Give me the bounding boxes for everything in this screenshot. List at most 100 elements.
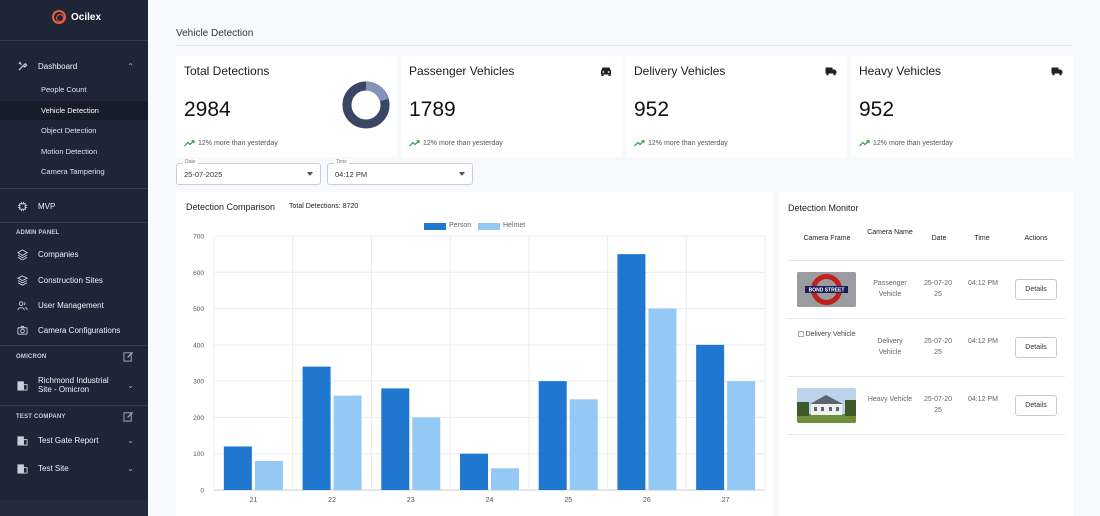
sidebar-item-camera-configurations[interactable]: Camera Configurations [16,320,134,340]
stat-card-heavy-vehicles: Heavy Vehicles 952 12% more than yesterd… [851,56,1073,157]
bar-helmet[interactable] [727,381,756,490]
sidebar-item-label: Test Gate Report [38,435,99,445]
caret-down-icon [307,172,313,176]
sidebar-item-construction-sites[interactable]: Construction Sites [16,270,134,290]
donut-chart-icon [342,81,390,129]
site-name-line-1: Richmond Industrial [38,376,109,385]
app-logo[interactable]: Ocilex [52,10,101,24]
sidebar-item-label: Companies [38,249,79,259]
camera-frame-image[interactable] [797,388,856,423]
bar-person[interactable] [460,453,488,490]
x-tick-label: 23 [407,497,415,504]
bar-person[interactable] [696,344,725,490]
section-header-omicron: OMICRON [16,351,134,363]
column-header-camera-name: Camera Name [867,229,913,236]
section-header-admin-panel: ADMIN PANEL [16,230,134,236]
card-trend: 12% more than yesterday [409,140,503,147]
date-select[interactable]: Date 25-07-2025 [176,159,321,185]
x-tick-label: 27 [722,497,730,504]
date-cell: 25-07-2025 [923,280,953,298]
title-divider [176,45,1072,46]
details-button[interactable]: Details [1015,395,1057,416]
sidebar-subitem-label: People Count [41,85,87,94]
detection-comparison-panel: 0 100 200 300 400 500 600 700 21 22 23 24 25 26 27 Det… [176,192,773,516]
bar-person[interactable] [223,446,252,490]
legend-label-person: Person [449,222,472,229]
bar-person[interactable] [538,381,567,490]
app-name: Ocilex [71,11,102,23]
broken-image-icon [797,331,804,338]
sidebar-subitem-vehicle-detection[interactable]: Vehicle Detection [0,101,148,120]
stat-card-total-detections: Total Detections 2984 12% more than yest… [176,56,397,157]
y-tick-label: 300 [193,379,204,386]
users-icon [16,299,28,311]
table-divider [787,318,1065,319]
time-cell: 04:12 PM [968,280,998,287]
bar-helmet[interactable] [412,417,441,490]
table-divider [787,434,1065,435]
card-trend-text: 12% more than yesterday [873,140,953,147]
legend-swatch-person[interactable] [424,223,446,230]
sidebar-divider [0,40,148,41]
bar-person[interactable] [381,388,410,490]
x-tick-label: 26 [643,497,651,504]
time-field-label: Time [334,159,349,165]
date-value: 25-07-2025 [184,169,223,179]
camera-frame-image[interactable]: Delivery Vehicle [797,330,856,340]
sidebar-item-test-site[interactable]: Test Site ⌄ [16,458,134,478]
details-button[interactable]: Details [1015,337,1057,358]
section-header-test-company: TEST COMPANY [16,411,134,423]
bar-helmet[interactable] [333,395,362,490]
layers-icon [16,248,28,260]
chevron-up-icon: ⌃ [127,61,134,71]
camera-icon [16,324,28,336]
bar-helmet[interactable] [569,399,598,490]
truck-icon [825,67,837,76]
column-header-date: Date [931,235,947,242]
card-trend-text: 12% more than yesterday [423,140,503,147]
house-image [797,388,856,423]
camera-frame-image[interactable]: BOND STREET [797,272,856,307]
trending-up-icon [634,140,645,147]
edit-icon[interactable] [123,351,134,364]
sidebar-subitem-label: Object Detection [41,126,97,135]
sidebar-item-companies[interactable]: Companies [16,244,134,264]
sidebar-item-test-gate-report[interactable]: Test Gate Report ⌄ [16,430,134,450]
details-button[interactable]: Details [1015,279,1057,300]
sidebar-subitem-object-detection[interactable]: Object Detection [0,121,148,140]
card-value: 2984 [184,98,231,121]
edit-icon[interactable] [123,411,134,424]
sidebar-item-richmond-industrial-site[interactable]: Richmond Industrial Site - Omicron ⌄ [16,374,134,396]
time-select[interactable]: Time 04:12 PM [327,159,473,185]
image-alt-text: Delivery Vehicle [805,331,856,338]
section-header-label: OMICRON [16,354,47,360]
bond-street-sign-image: BOND STREET [797,272,856,307]
chevron-down-icon: ⌄ [127,463,134,473]
bar-person[interactable] [302,366,331,490]
section-header-label: ADMIN PANEL [16,230,60,236]
camera-name-cell: Passenger Vehicle [873,280,907,298]
table-divider [787,376,1065,377]
chevron-down-icon: ⌄ [127,380,134,390]
bar-chart: 0 100 200 300 400 500 600 700 21 22 23 24 25 26 27 [193,234,766,504]
sidebar-item-user-management[interactable]: User Management [16,295,134,315]
sidebar-item-mvp[interactable]: MVP [16,196,134,216]
car-icon [601,67,611,76]
y-tick-label: 500 [193,306,204,313]
legend-swatch-helmet[interactable] [478,223,500,230]
chevron-down-icon: ⌄ [127,435,134,445]
date-cell: 25-07-2025 [923,338,953,356]
sidebar-subitem-camera-tampering[interactable]: Camera Tampering [0,162,148,181]
sidebar-item-dashboard[interactable]: Dashboard ⌃ [16,56,134,76]
y-tick-label: 100 [193,451,204,458]
bar-person[interactable] [617,254,646,490]
bar-helmet[interactable] [648,308,677,490]
card-title: Total Detections [184,64,270,78]
bar-helmet[interactable] [491,468,519,490]
sidebar-divider [0,222,148,223]
sidebar-subitem-motion-detection[interactable]: Motion Detection [0,142,148,161]
stat-card-passenger-vehicles: Passenger Vehicles 1789 12% more than ye… [401,56,622,157]
x-tick-label: 24 [486,497,494,504]
bar-helmet[interactable] [254,460,283,490]
sidebar-subitem-people-count[interactable]: People Count [0,80,148,99]
